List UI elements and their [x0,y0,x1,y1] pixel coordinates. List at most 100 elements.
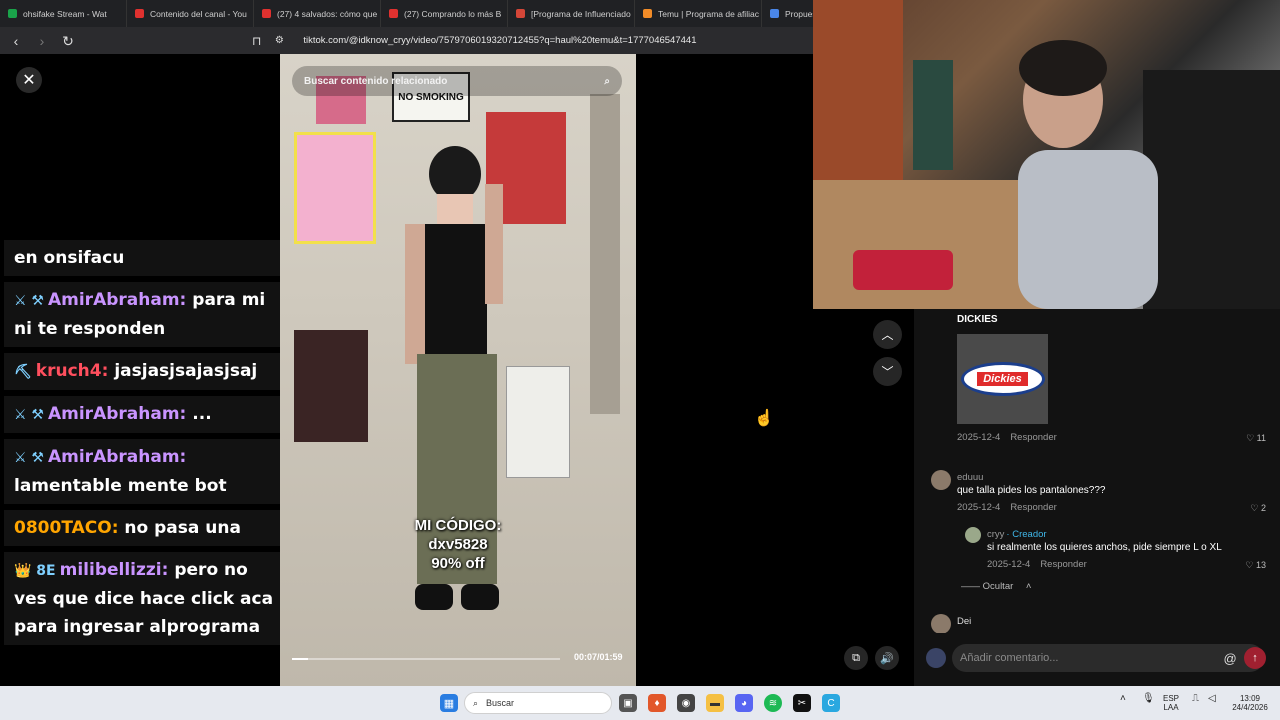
browser-tab[interactable]: (27) 4 salvados: cómo que [254,0,381,27]
chat-username[interactable]: 0800TACO [14,518,112,538]
tab-label: ohsifake Stream - Wat [23,8,107,19]
app-icon-c[interactable]: C [822,694,840,712]
chat-message: ⚔ ⚒ AmirAbraham: para mi ni te responden [4,282,284,347]
browser-tab[interactable]: Propues [762,0,813,27]
heart-icon: ♡ [1245,560,1254,570]
tab-favicon-icon [643,9,652,18]
pip-button[interactable]: ⧉ [844,646,868,670]
mention-icon[interactable]: @ [1224,651,1237,666]
related-search-input[interactable]: Buscar contenido relacionado ⌕ [292,66,622,96]
bookmark-icon[interactable]: ⊓ [252,34,261,48]
chat-username[interactable]: AmirAbraham [48,447,180,467]
chat-message: ⚔ ⚒ AmirAbraham: lamentable mente bot [4,439,284,504]
site-info-icon[interactable]: ⚙ [271,35,287,46]
chat-text: no pasa una [118,518,241,538]
volume-button[interactable]: 🔊 [875,646,899,670]
browser-tab[interactable]: (27) Comprando lo más B [381,0,508,27]
task-view-icon[interactable]: ▣ [619,694,637,712]
comment-3-user[interactable]: cryy [987,529,1004,540]
capcut-icon[interactable]: ✂ [793,694,811,712]
comment-image[interactable]: Dickies [957,334,1048,424]
tab-label: Propues [785,8,813,19]
hide-replies-button[interactable]: —— Ocultar ˄ [961,581,1041,592]
clock-date: 24/4/2026 [1232,703,1268,712]
avatar[interactable] [931,614,951,633]
chevron-down-icon: ﹀ [881,365,894,379]
url-text[interactable]: tiktok.com/@idknow_cryy/video/7579706019… [303,35,696,46]
discord-icon[interactable]: ◕ [735,694,753,712]
send-comment-button[interactable]: ↑ [1244,647,1266,669]
chat-text: lamentable mente bot [14,476,227,496]
webcam-overlay [813,0,1280,309]
comment-2-user[interactable]: eduuu [957,472,983,483]
dickies-logo-text: Dickies [977,372,1028,386]
tab-favicon-icon [8,9,17,18]
promo-line-1: MI CÓDIGO: [414,517,502,534]
chat-message: 0800TACO: no pasa una [4,510,284,546]
back-icon[interactable]: ‹ [8,34,24,48]
tab-favicon-icon [135,9,144,18]
browser-tab-bar: ohsifake Stream - Wat Contenido del canal… [0,0,813,27]
brave-browser-icon[interactable]: ♦ [648,694,666,712]
chat-username[interactable]: kruch4 [36,361,102,381]
avatar[interactable] [931,470,951,490]
chat-badge-icon: 👑 8E [14,563,56,579]
spotify-icon[interactable]: ≋ [764,694,782,712]
comment-1-likes[interactable]: ♡ 11 [1246,433,1266,444]
next-video-button[interactable]: ﹀ [873,357,902,386]
video-progress-bar[interactable] [292,658,560,660]
comment-date: 2025-12-4 [957,432,1001,443]
avatar[interactable] [965,527,981,543]
chat-username[interactable]: AmirAbraham [48,290,180,310]
reply-button[interactable]: Responder [1010,432,1056,443]
tab-favicon-icon [389,9,398,18]
comment-4-user[interactable]: Dei [957,616,971,627]
app-icon[interactable]: ◉ [677,694,695,712]
network-icon[interactable]: ⎍ [1192,694,1199,704]
microphone-icon[interactable]: 🎙 [1142,694,1155,704]
chat-badge-icon: ⚔ ⚒ [14,450,44,466]
like-count: 11 [1256,433,1266,443]
comment-input-placeholder: Añadir comentario... [960,652,1059,664]
tab-label: Temu | Programa de afiliac [658,8,759,19]
browser-tab[interactable]: Temu | Programa de afiliac [635,0,762,27]
stream-chat: en onsifacu ⚔ ⚒ AmirAbraham: para mi ni te… [4,240,284,692]
tab-favicon-icon [770,9,779,18]
clock-time: 13:09 [1239,694,1261,703]
poster-goat [506,366,570,478]
taskbar-search[interactable]: ⌕ Buscar [464,692,612,714]
comment-2-likes[interactable]: ♡ 2 [1250,503,1266,514]
close-button[interactable]: ✕ [16,67,42,93]
video-time: 00:07/01:59 [574,652,623,662]
language-code: ESP [1163,694,1180,703]
search-icon[interactable]: ⌕ [604,76,610,87]
clock[interactable]: 13:09 24/4/2026 [1228,694,1272,712]
tray-chevron-icon[interactable]: ˄ [1120,694,1126,704]
video-player[interactable]: NO SMOKING Buscar contenido relacionado … [280,54,636,686]
volume-icon[interactable]: ◁ [1208,694,1216,704]
language-indicator[interactable]: ESP LAA [1163,694,1179,712]
browser-tab[interactable]: Contenido del canal - You [127,0,254,27]
poster-dark [294,330,368,442]
chat-badge-icon: ⛏ [14,364,32,380]
chat-username[interactable]: AmirAbraham [48,404,180,424]
chat-username[interactable]: milibellizzi [60,560,162,580]
reply-button[interactable]: Responder [1010,502,1056,513]
avatar [926,648,946,668]
comment-3-likes[interactable]: ♡ 13 [1245,560,1266,571]
webcam-scene [813,0,1280,309]
tab-label: (27) 4 salvados: cómo que [277,8,378,19]
reload-icon[interactable]: ↻ [60,34,76,48]
promo-line-3: 90% off [431,555,485,572]
previous-video-button[interactable]: ︿ [873,320,902,349]
browser-tab[interactable]: ohsifake Stream - Wat [0,0,127,27]
forward-icon[interactable]: › [34,34,50,48]
browser-tab[interactable]: [Programa de Influenciado [508,0,635,27]
tab-label: Contenido del canal - You [150,8,247,19]
comment-input[interactable]: Añadir comentario... @ ☺ [952,644,1264,672]
chat-text: en onsifacu [14,248,125,268]
reply-button[interactable]: Responder [1040,559,1086,570]
file-explorer-icon[interactable]: ▬ [706,694,724,712]
windows-start-icon[interactable]: ▦ [440,694,458,712]
chat-message: en onsifacu [4,240,284,276]
